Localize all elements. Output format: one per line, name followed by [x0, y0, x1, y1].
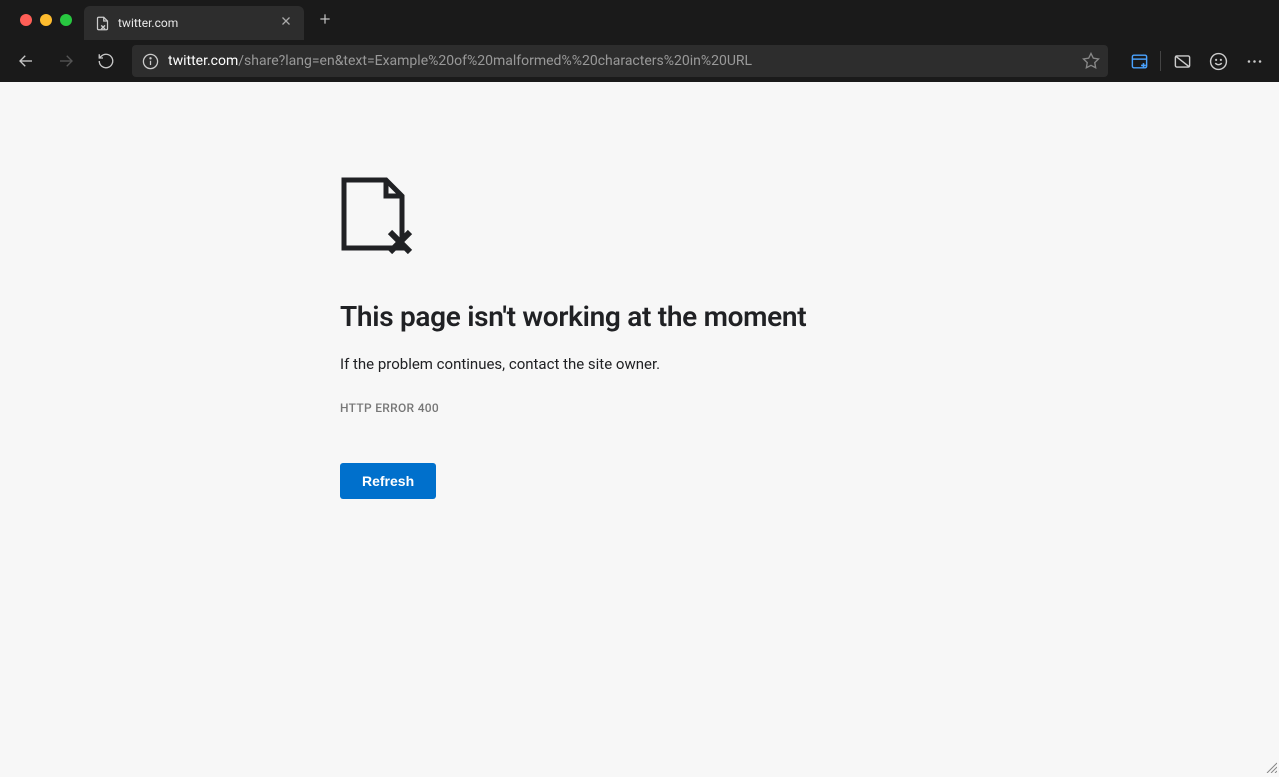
- media-control-button[interactable]: [1165, 44, 1199, 78]
- window-close-button[interactable]: [20, 14, 32, 26]
- address-bar[interactable]: twitter.com/share?lang=en&text=Example%2…: [132, 45, 1108, 77]
- forward-button: [48, 43, 84, 79]
- navigation-bar: twitter.com/share?lang=en&text=Example%2…: [0, 40, 1279, 82]
- window-controls: [8, 14, 84, 26]
- window-maximize-button[interactable]: [60, 14, 72, 26]
- collections-button[interactable]: [1122, 44, 1156, 78]
- window-minimize-button[interactable]: [40, 14, 52, 26]
- error-page-icon: [340, 176, 960, 258]
- error-title: This page isn't working at the moment: [340, 300, 960, 333]
- tab-close-button[interactable]: [278, 13, 294, 33]
- tab-title: twitter.com: [118, 16, 270, 30]
- page-content: This page isn't working at the moment If…: [0, 82, 960, 499]
- more-options-button[interactable]: [1237, 44, 1271, 78]
- back-button[interactable]: [8, 43, 44, 79]
- toolbar-right: [1116, 44, 1271, 78]
- url-path: /share?lang=en&text=Example%20of%20malfo…: [238, 53, 752, 69]
- error-description: If the problem continues, contact the si…: [340, 355, 960, 373]
- url-domain: twitter.com: [168, 53, 238, 69]
- tab-bar: twitter.com: [0, 0, 1279, 40]
- browser-chrome: twitter.com: [0, 0, 1279, 82]
- new-tab-button[interactable]: [304, 11, 346, 30]
- error-code: HTTP ERROR 400: [340, 401, 960, 415]
- favorite-button[interactable]: [1082, 52, 1100, 70]
- resize-handle[interactable]: [1265, 758, 1277, 770]
- url-text: twitter.com/share?lang=en&text=Example%2…: [168, 53, 1074, 69]
- separator: [1160, 51, 1161, 71]
- refresh-button[interactable]: Refresh: [340, 463, 436, 499]
- site-info-icon[interactable]: [140, 51, 160, 71]
- page-error-icon: [94, 15, 110, 31]
- reload-button[interactable]: [88, 43, 124, 79]
- profile-button[interactable]: [1201, 44, 1235, 78]
- browser-tab[interactable]: twitter.com: [84, 6, 304, 40]
